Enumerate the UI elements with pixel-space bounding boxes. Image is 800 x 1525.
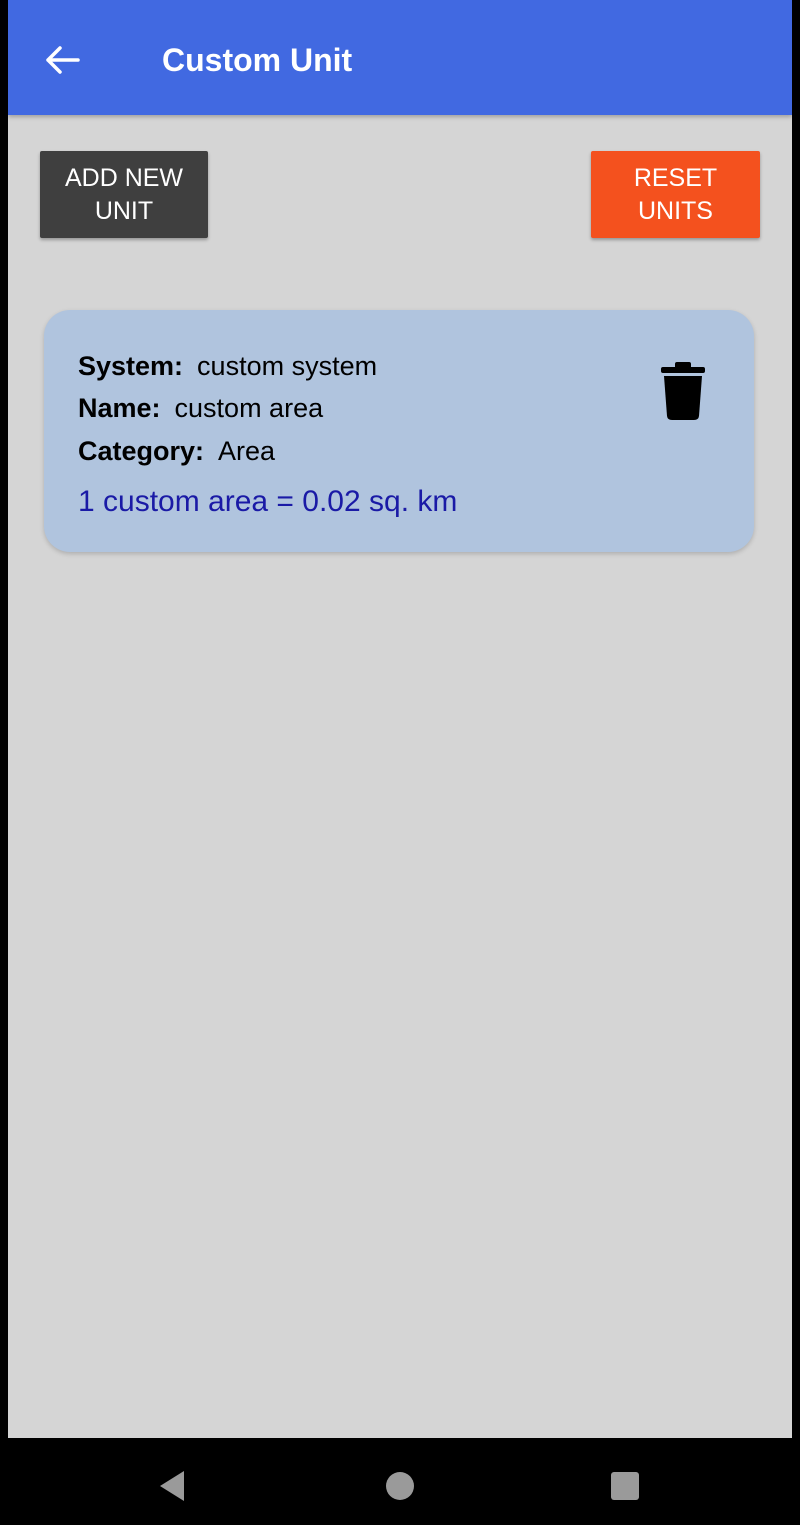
name-label: Name:	[78, 393, 161, 423]
name-value: custom area	[174, 393, 324, 423]
system-row: System: custom system	[78, 348, 377, 384]
app-bar: Custom Unit	[8, 0, 792, 115]
reset-units-button[interactable]: RESET UNITS	[591, 151, 760, 238]
system-value: custom system	[197, 351, 378, 381]
triangle-back-icon	[160, 1471, 184, 1501]
circle-home-icon	[386, 1472, 414, 1500]
nav-home-button[interactable]	[370, 1456, 430, 1516]
unit-card: System: custom system Name: custom area Ca…	[44, 310, 754, 552]
page-title: Custom Unit	[162, 42, 353, 78]
system-label: System:	[78, 351, 184, 381]
trash-icon	[661, 362, 705, 420]
name-row: Name: custom area	[78, 390, 323, 426]
add-new-unit-button[interactable]: ADD NEW UNIT	[40, 151, 208, 238]
arrow-left-icon	[46, 46, 80, 74]
back-button[interactable]	[38, 36, 86, 84]
category-value: Area	[218, 436, 276, 466]
phone-frame: Custom Unit ADD NEW UNIT RESET UNITS Sys…	[0, 0, 800, 1525]
app-screen: Custom Unit ADD NEW UNIT RESET UNITS Sys…	[8, 0, 792, 1438]
category-label: Category:	[78, 436, 205, 466]
unit-formula: 1 custom area = 0.02 sq. km	[78, 485, 458, 518]
square-recents-icon	[611, 1472, 639, 1500]
delete-unit-button[interactable]	[659, 362, 707, 420]
nav-recents-button[interactable]	[595, 1456, 655, 1516]
system-nav-bar	[0, 1438, 800, 1525]
category-row: Category: Area	[78, 433, 275, 469]
nav-back-button[interactable]	[142, 1456, 202, 1516]
